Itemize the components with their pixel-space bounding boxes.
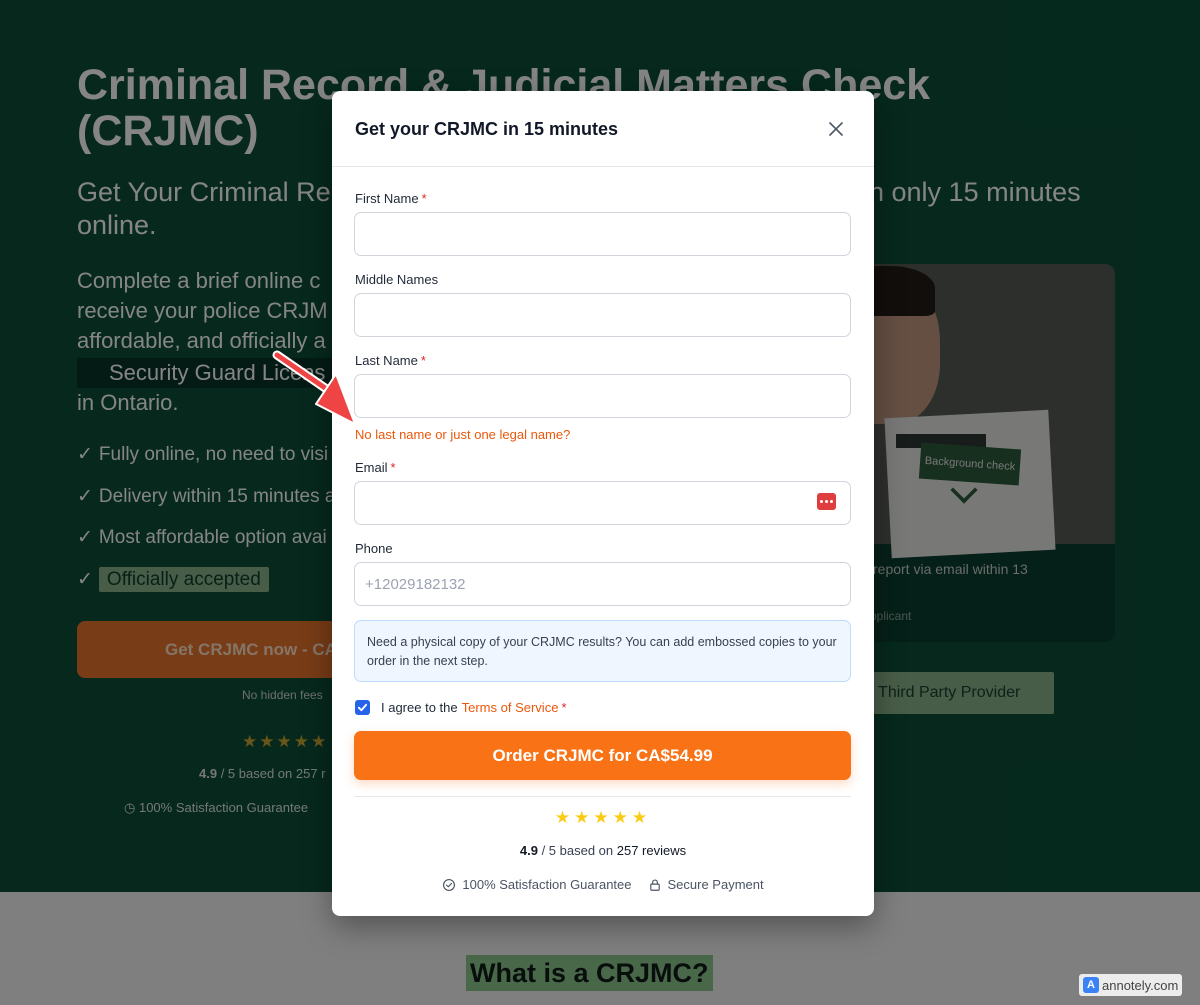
rating-summary: 4.9 / 5 based on 257 reviews xyxy=(332,843,874,858)
email-label: Email * xyxy=(355,460,396,475)
rating-score: 4.9 xyxy=(519,843,538,858)
no-last-name-link[interactable]: No last name or just one legal name? xyxy=(355,427,570,442)
modal-header: Get your CRJMC in 15 minutes xyxy=(332,91,874,167)
rating-count: 257 reviews xyxy=(616,843,687,858)
terms-agreement: I agree to the Terms of Service * xyxy=(355,698,567,716)
close-button[interactable] xyxy=(824,117,848,141)
order-button[interactable]: Order CRJMC for CA$54.99 xyxy=(354,731,851,780)
last-name-input[interactable] xyxy=(354,374,851,418)
divider xyxy=(354,796,851,797)
password-manager-icon[interactable] xyxy=(817,493,836,510)
middle-names-label: Middle Names xyxy=(355,272,438,287)
annotely-logo-icon: A xyxy=(1083,977,1099,993)
label-text: First Name xyxy=(355,191,419,206)
terms-of-service-link[interactable]: Terms of Service xyxy=(462,700,559,715)
secure-payment-text: Secure Payment xyxy=(667,877,764,892)
annotely-watermark: A annotely.com xyxy=(1079,974,1183,996)
required-marker: * xyxy=(421,191,427,206)
close-icon xyxy=(829,122,843,136)
label-text: Middle Names xyxy=(355,272,439,287)
label-text: Last Name xyxy=(355,353,418,368)
secure-payment: Secure Payment xyxy=(648,877,764,892)
first-name-input[interactable] xyxy=(354,212,851,256)
phone-input[interactable] xyxy=(354,562,851,606)
email-input[interactable] xyxy=(354,481,851,525)
rating-mid: / 5 based on xyxy=(541,843,614,858)
terms-checkbox[interactable] xyxy=(355,699,370,715)
watermark-text: annotely.com xyxy=(1102,977,1179,993)
lock-icon xyxy=(649,878,660,891)
guarantee-text: 100% Satisfaction Guarantee xyxy=(462,877,632,892)
rating-stars: ★★★★★ xyxy=(554,808,652,827)
agree-text: I agree to the xyxy=(381,699,458,715)
info-box: Need a physical copy of your CRJMC resul… xyxy=(354,620,851,682)
last-name-label: Last Name * xyxy=(355,353,426,368)
required-marker: * xyxy=(561,699,567,715)
required-marker: * xyxy=(390,460,396,475)
terms-label: I agree to the Terms of Service * xyxy=(381,700,567,715)
first-name-label: First Name * xyxy=(355,191,427,206)
order-modal: Get your CRJMC in 15 minutes First Name *… xyxy=(332,91,874,916)
label-text: Email xyxy=(355,460,388,475)
phone-label: Phone xyxy=(355,541,393,556)
modal-title: Get your CRJMC in 15 minutes xyxy=(355,119,619,139)
required-marker: * xyxy=(420,353,426,368)
middle-names-input[interactable] xyxy=(354,293,851,337)
label-text: Phone xyxy=(355,541,393,556)
trust-badges: 100% Satisfaction Guarantee Secure Payme… xyxy=(332,877,874,892)
check-circle-icon xyxy=(443,878,456,891)
satisfaction-guarantee: 100% Satisfaction Guarantee xyxy=(442,877,632,892)
checkmark-icon xyxy=(357,703,368,711)
